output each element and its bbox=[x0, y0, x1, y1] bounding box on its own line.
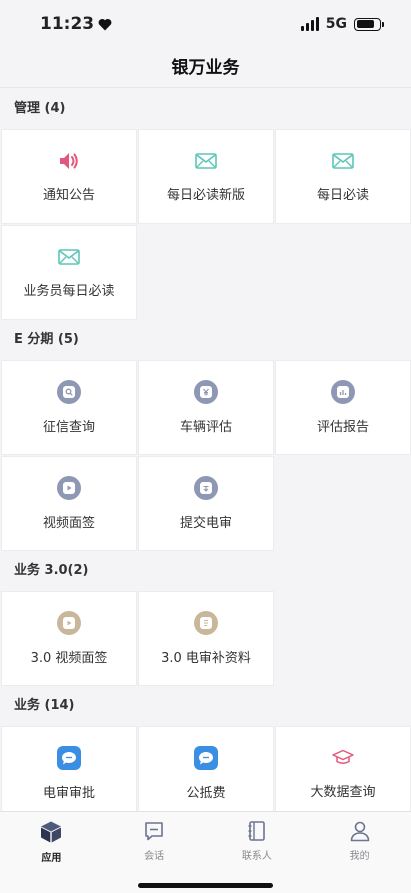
app-video-signing-tile[interactable]: 视频面签 bbox=[1, 456, 137, 551]
app-vehicle-appraisal-tile[interactable]: 车辆评估 bbox=[138, 360, 274, 455]
section-grid-business-3: 3.0 视频面签 3.0 电审补资料 bbox=[0, 591, 411, 686]
section-grid-management: 通知公告 每日必读新版 每日必读 业务员每日必读 bbox=[0, 129, 411, 320]
tab-label: 联系人 bbox=[241, 851, 272, 862]
tile-label: 3.0 视频面签 bbox=[30, 651, 108, 666]
app-big-data-query-tile[interactable]: 大数据查询 bbox=[275, 726, 411, 811]
tab-apps[interactable]: 应用 bbox=[0, 812, 103, 867]
money-doc-icon bbox=[194, 380, 218, 404]
tab-contacts[interactable]: 联系人 bbox=[206, 812, 309, 867]
battery-icon bbox=[354, 17, 384, 31]
status-bar: 11:23 5G bbox=[0, 0, 411, 48]
speaker-icon bbox=[58, 150, 80, 172]
section-title-e-installment: E 分期 (5) bbox=[14, 332, 79, 347]
page-title: 银万业务 bbox=[0, 48, 411, 88]
document-icon bbox=[194, 611, 218, 635]
submit-icon bbox=[194, 476, 218, 500]
app-notice-tile[interactable]: 通知公告 bbox=[1, 129, 137, 224]
tile-label: 公抵费 bbox=[186, 786, 226, 801]
app-salesman-daily-read-tile[interactable]: 业务员每日必读 bbox=[1, 225, 137, 320]
app-appraisal-report-tile[interactable]: 评估报告 bbox=[275, 360, 411, 455]
tile-label: 3.0 电审补资料 bbox=[161, 651, 251, 666]
app-mortgage-fee-tile[interactable]: 公抵费 bbox=[138, 726, 274, 811]
tab-label: 会话 bbox=[144, 851, 165, 862]
envelope-icon bbox=[195, 150, 217, 172]
status-time: 11:23 bbox=[40, 14, 112, 34]
signal-icon bbox=[300, 17, 319, 31]
section-grid-business: 电审审批 公抵费 大数据查询 bbox=[0, 726, 411, 811]
home-indicator[interactable] bbox=[138, 883, 273, 888]
app-submit-review-tile[interactable]: 提交电审 bbox=[138, 456, 274, 551]
tab-bar: 应用 会话 联系人 我的 bbox=[0, 811, 411, 893]
contacts-book-icon bbox=[248, 821, 265, 841]
app-credit-query-tile[interactable]: 征信查询 bbox=[1, 360, 137, 455]
heart-icon bbox=[98, 18, 112, 30]
chat-icon bbox=[57, 746, 81, 770]
tile-label: 视频面签 bbox=[42, 516, 95, 531]
app-list[interactable]: 管理 (4) 通知公告 每日必读新版 每日必读 业务员每日必读 E 分期 (5)… bbox=[0, 89, 411, 811]
section-title-business: 业务 (14) bbox=[14, 698, 75, 713]
person-icon bbox=[350, 821, 369, 842]
section-grid-e-installment: 征信查询 车辆评估 评估报告 视频面签 提交电审 bbox=[0, 360, 411, 551]
app-daily-read-new-tile[interactable]: 每日必读新版 bbox=[138, 129, 274, 224]
tile-label: 征信查询 bbox=[42, 420, 95, 435]
status-indicators: 5G bbox=[300, 16, 384, 32]
app-daily-read-tile[interactable]: 每日必读 bbox=[275, 129, 411, 224]
tile-label: 提交电审 bbox=[179, 516, 232, 531]
clock-text: 11:23 bbox=[40, 14, 95, 34]
app-supplement-docs-tile[interactable]: 3.0 电审补资料 bbox=[138, 591, 274, 686]
tab-label: 应用 bbox=[41, 853, 62, 864]
search-doc-icon bbox=[57, 380, 81, 404]
video-icon bbox=[57, 476, 81, 500]
tab-me[interactable]: 我的 bbox=[308, 812, 411, 867]
section-title-business-3: 业务 3.0(2) bbox=[14, 563, 89, 578]
tile-label: 评估报告 bbox=[316, 420, 369, 435]
tile-label: 每日必读 bbox=[316, 188, 369, 203]
tab-conversations[interactable]: 会话 bbox=[103, 812, 206, 867]
message-icon bbox=[145, 822, 163, 841]
tile-label: 业务员每日必读 bbox=[23, 284, 115, 299]
tile-label: 车辆评估 bbox=[179, 420, 232, 435]
chat-icon bbox=[194, 746, 218, 770]
envelope-icon bbox=[332, 150, 354, 172]
network-label: 5G bbox=[325, 16, 347, 32]
report-icon bbox=[331, 380, 355, 404]
app-video-signing-3-tile[interactable]: 3.0 视频面签 bbox=[1, 591, 137, 686]
tile-label: 每日必读新版 bbox=[166, 188, 245, 203]
tile-label: 通知公告 bbox=[42, 188, 95, 203]
video-icon bbox=[57, 611, 81, 635]
app-review-approval-tile[interactable]: 电审审批 bbox=[1, 726, 137, 811]
tile-label: 大数据查询 bbox=[310, 785, 376, 800]
tile-label: 电审审批 bbox=[42, 786, 95, 801]
envelope-icon bbox=[58, 246, 80, 268]
graduation-cap-icon bbox=[332, 747, 354, 769]
section-title-management: 管理 (4) bbox=[14, 101, 66, 116]
cube-icon bbox=[41, 821, 62, 843]
tab-label: 我的 bbox=[349, 851, 370, 862]
